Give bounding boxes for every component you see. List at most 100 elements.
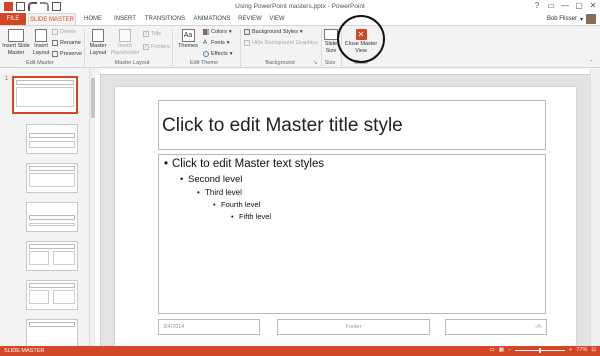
background-styles-icon [244,29,250,35]
minimize-button[interactable]: — [560,1,570,10]
tab-home[interactable]: HOME [80,13,106,25]
thumbnail-layout[interactable] [26,124,78,154]
dialog-launcher-icon[interactable]: ↘ [313,60,318,66]
zoom-in-icon[interactable]: + [569,347,572,353]
delete-button[interactable]: Delete [52,29,76,35]
status-bar: SLIDE MASTER ▭ ▦ − + 77% ⊡ [0,346,600,356]
slide-master[interactable]: Click to edit Master title style Click t… [115,87,576,346]
preserve-label: Preserve [60,51,83,57]
tab-animations[interactable]: ANIMATIONS [190,13,234,25]
thumbnail-master[interactable] [12,76,78,114]
group-label-edit-theme: Edit Theme [189,60,219,66]
placeholder-icon [119,29,131,42]
normal-view-icon[interactable]: ▭ [490,347,495,353]
help-button[interactable]: ? [532,1,542,10]
title-checkbox-label: Title [151,31,162,37]
status-view-label: SLIDE MASTER [4,348,45,354]
editing-canvas: Click to edit Master title style Click t… [101,75,590,346]
insert-placeholder-label: Insert Placeholder [110,43,140,56]
close-window-button[interactable]: ✕ [588,1,598,10]
fit-to-window-icon[interactable]: ⊡ [591,347,596,353]
themes-button[interactable]: Aa Themes [176,29,200,50]
user-name: Bob Flisser [546,16,577,22]
delete-icon [52,29,58,35]
tab-insert[interactable]: INSERT [110,13,140,25]
tab-slide-master[interactable]: SLIDE MASTER [28,13,76,25]
thumbnail-layout[interactable] [26,163,78,193]
slide-size-icon [324,29,338,40]
avatar [586,14,596,24]
zoom-slider-handle[interactable] [539,347,542,353]
collapse-ribbon-icon[interactable]: ⌃ [589,60,594,66]
master-layout-button[interactable]: Master Layout [87,29,109,56]
slide-master-icon [8,29,24,42]
rename-icon [52,40,58,46]
themes-icon: Aa [181,29,195,42]
main-scrollbar[interactable] [590,69,600,346]
rename-label: Rename [60,40,81,46]
user-account[interactable]: Bob Flisser ▾ [547,13,596,25]
window-title: Using PowerPoint masters.pptx - PowerPoi… [235,3,365,10]
chevron-down-icon: ▾ [228,29,232,35]
restore-button[interactable]: ▢ [574,1,584,10]
text-level-3: Third level [197,188,242,197]
title-checkbox[interactable]: ✓ Title [143,31,161,37]
zoom-level[interactable]: 77% [576,347,587,353]
group-separator [84,29,85,66]
footers-checkbox[interactable]: ✓ Footers [143,44,170,50]
effects-label: Effects [211,51,228,57]
fonts-label: Fonts [211,40,225,46]
master-layout-icon [92,29,104,42]
text-level-1: Click to edit Master text styles [164,158,324,170]
zoom-slider[interactable] [515,347,566,353]
tab-file[interactable]: FILE [0,13,26,25]
insert-placeholder-button[interactable]: Insert Placeholder [110,29,140,56]
background-styles-label: Background Styles [252,29,298,35]
tab-view[interactable]: VIEW [266,13,288,25]
chevron-down-icon: ▾ [299,29,303,35]
group-label-background: Background [265,60,295,66]
group-label-edit-master: Edit Master [26,60,54,66]
insert-layout-label: Insert Layout [32,43,50,56]
insert-layout-button[interactable]: Insert Layout [31,29,51,56]
zoom-out-icon[interactable]: − [508,347,511,353]
hide-background-graphics-checkbox[interactable]: Hide Background Graphics [244,40,318,46]
group-label-master-layout: Master Layout [114,60,150,66]
ribbon-display-button[interactable]: ▭ [546,1,556,10]
colors-icon [203,29,209,35]
thumbnail-layout[interactable] [26,241,78,271]
thumbnail-layout[interactable] [26,202,78,232]
thumbnail-layout[interactable] [26,319,78,346]
status-controls: ▭ ▦ − + 77% ⊡ [490,347,596,353]
preserve-button[interactable]: Preserve [52,51,82,57]
chevron-down-icon: ▾ [229,51,233,57]
colors-button[interactable]: Colors ▾ [203,29,232,35]
chevron-down-icon: ▾ [579,16,583,23]
background-styles-button[interactable]: Background Styles ▾ [244,29,303,35]
effects-icon [203,51,209,57]
tab-transitions[interactable]: TRANSITIONS [143,13,187,25]
insert-slide-master-button[interactable]: Insert Slide Master [2,29,30,56]
group-label-size: Size [324,60,336,66]
tab-review[interactable]: REVIEW [236,13,264,25]
hide-background-graphics-label: Hide Background Graphics [252,40,318,46]
thumbnail-scrollbar[interactable] [89,68,95,346]
checkbox-checked-icon: ✓ [143,44,149,50]
window-controls: ? ▭ — ▢ ✕ [532,1,598,10]
text-level-5: Fifth level [231,212,271,221]
colors-label: Colors [211,29,227,35]
footer-placeholder[interactable]: Footer [277,319,430,335]
ribbon-tabs: FILE SLIDE MASTER HOME INSERT TRANSITION… [0,13,600,25]
title-placeholder[interactable]: Click to edit Master title style [158,100,546,150]
date-placeholder[interactable]: 3/4/2014 [158,319,260,335]
fonts-button[interactable]: A Fonts ▾ [203,40,230,46]
body-placeholder[interactable]: Click to edit Master text styles Second … [158,154,546,314]
text-level-4: Fourth level [213,200,260,209]
slide-sorter-icon[interactable]: ▦ [499,347,504,353]
scrollbar-grip[interactable] [91,78,95,118]
rename-button[interactable]: Rename [52,40,81,46]
slide-number-placeholder[interactable]: ‹#› [445,319,547,335]
pin-icon [52,51,58,57]
effects-button[interactable]: Effects ▾ [203,51,232,57]
thumbnail-layout[interactable] [26,280,78,310]
